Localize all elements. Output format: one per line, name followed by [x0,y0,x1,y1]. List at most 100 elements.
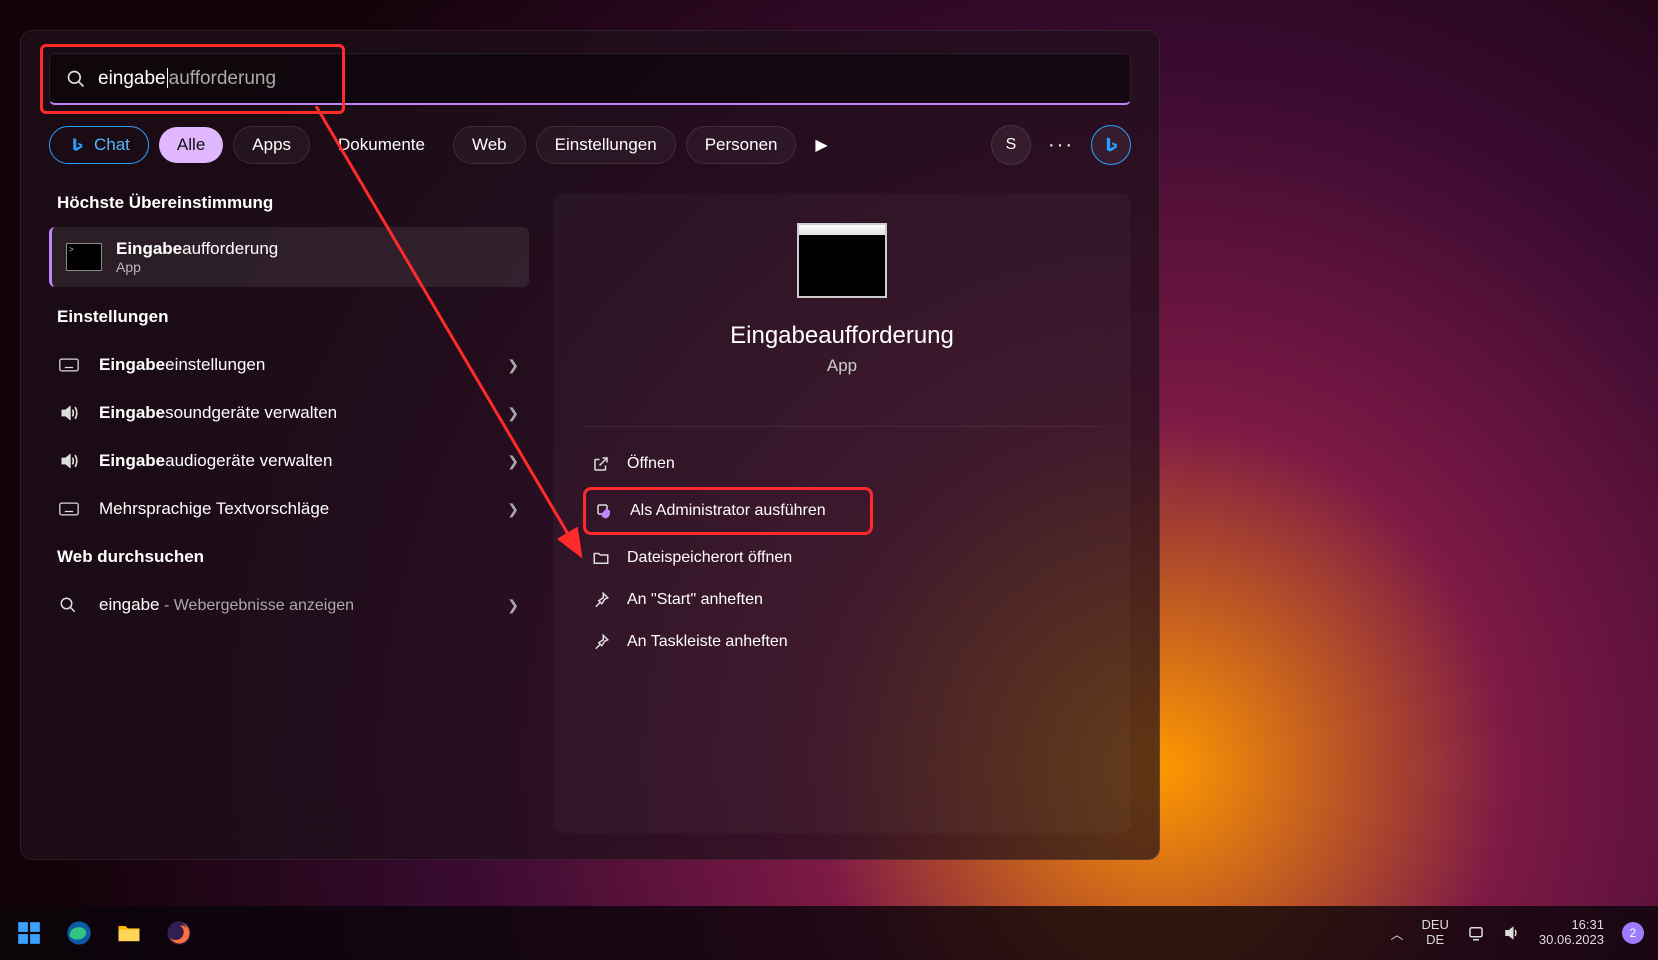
chip-docs[interactable]: Dokumente [320,127,443,163]
sound-icon [59,451,83,471]
action-an-taskleiste-anheften[interactable]: An Taskleiste anheften [583,621,1101,663]
shield-icon [594,501,614,521]
tray-chevron-up-icon[interactable]: ︿ [1390,924,1403,943]
search-typed: eingabe [98,68,166,89]
action-label: An "Start" anheften [627,591,763,609]
best-match-rest: aufforderung [182,239,278,258]
settings-item-label: Mehrsprachige Textvorschläge [99,499,491,519]
chip-all[interactable]: Alle [159,127,223,163]
start-button[interactable] [14,918,44,948]
chip-docs-label: Dokumente [338,135,425,155]
search-input-text: eingabeaufforderung [98,68,276,90]
folder-icon [591,548,611,568]
start-search-panel: eingabeaufforderung Chat Alle Apps Dokum… [20,30,1160,860]
best-match-title: Eingabeaufforderung [116,239,278,259]
clock-date: 30.06.2023 [1539,933,1604,948]
taskbar-firefox[interactable] [164,918,194,948]
chip-people[interactable]: Personen [686,126,797,164]
chevron-right-icon: ❯ [507,357,519,374]
more-arrow-icon[interactable]: ▶ [806,135,836,155]
search-icon [59,596,83,614]
pin-icon [591,590,611,610]
open-icon [591,454,611,474]
action-label: An Taskleiste anheften [627,633,788,651]
taskbar-edge[interactable] [64,918,94,948]
more-menu-button[interactable]: ··· [1041,125,1081,165]
cmd-icon [66,243,102,271]
search-bar[interactable]: eingabeaufforderung [49,53,1131,105]
network-icon[interactable] [1467,924,1485,942]
profile-initial: S [1006,136,1017,154]
annotation-highlight-admin: Als Administrator ausführen [583,487,873,535]
search-suggestion: aufforderung [169,68,276,89]
action--ffnen[interactable]: Öffnen [583,443,1101,485]
edge-icon [65,919,93,947]
bing-icon [68,136,86,154]
chip-web[interactable]: Web [453,126,526,164]
details-subtitle: App [583,356,1101,376]
keyboard-icon [59,357,83,373]
profile-button[interactable]: S [991,125,1031,165]
web-search-header: Web durchsuchen [49,547,529,567]
chip-people-label: Personen [705,135,778,155]
best-match-header: Höchste Übereinstimmung [49,193,529,213]
language-indicator[interactable]: DEU DE [1421,918,1448,948]
settings-item-label: Eingabesoundgeräte verwalten [99,403,491,423]
results-left-column: Höchste Übereinstimmung Eingabeaufforder… [49,193,529,833]
web-search-label: eingabe - Webergebnisse anzeigen [99,595,491,615]
lang-bottom: DE [1421,933,1448,948]
keyboard-icon [59,501,83,517]
chip-all-label: Alle [177,135,205,155]
best-match-bold: Eingabe [116,239,182,258]
badge-count: 2 [1630,926,1637,940]
pin-icon [591,632,611,652]
windows-icon [16,920,42,946]
chevron-right-icon: ❯ [507,405,519,422]
action-als-administrator-ausf-hren[interactable]: Als Administrator ausführen [586,490,870,532]
folder-icon [115,919,143,947]
settings-item-label: Eingabeeinstellungen [99,355,491,375]
bing-chat-button[interactable] [1091,125,1131,165]
chip-settings[interactable]: Einstellungen [536,126,676,164]
chip-apps-label: Apps [252,135,291,155]
best-match-item[interactable]: Eingabeaufforderung App [49,227,529,287]
details-pane: Eingabeaufforderung App Öffnen Als Admini… [553,193,1131,833]
settings-item-label: Eingabeaudiogeräte verwalten [99,451,491,471]
filter-bar: Chat Alle Apps Dokumente Web Einstellung… [49,125,1131,165]
bing-icon [1101,135,1121,155]
chevron-right-icon: ❯ [507,597,519,614]
chevron-right-icon: ❯ [507,453,519,470]
settings-result-item[interactable]: Mehrsprachige Textvorschläge ❯ [49,485,529,533]
chip-chat-label: Chat [94,135,130,155]
taskbar-explorer[interactable] [114,918,144,948]
web-search-item[interactable]: eingabe - Webergebnisse anzeigen ❯ [49,581,529,629]
taskbar: ︿ DEU DE 16:31 30.06.2023 2 [0,906,1658,960]
best-match-subtitle: App [116,259,278,275]
action-label: Dateispeicherort öffnen [627,549,792,567]
settings-header: Einstellungen [49,307,529,327]
details-title: Eingabeaufforderung [583,322,1101,350]
chip-chat[interactable]: Chat [49,126,149,164]
chip-apps[interactable]: Apps [233,126,310,164]
clock[interactable]: 16:31 30.06.2023 [1539,918,1604,948]
lang-top: DEU [1421,918,1448,933]
search-icon [66,69,86,89]
sound-icon [59,403,83,423]
settings-result-item[interactable]: Eingabeeinstellungen ❯ [49,341,529,389]
chip-web-label: Web [472,135,507,155]
clock-time: 16:31 [1539,918,1604,933]
firefox-icon [165,919,193,947]
action-an-start-anheften[interactable]: An "Start" anheften [583,579,1101,621]
settings-result-item[interactable]: Eingabeaudiogeräte verwalten ❯ [49,437,529,485]
chip-settings-label: Einstellungen [555,135,657,155]
web-term: eingabe [99,595,160,614]
chevron-right-icon: ❯ [507,501,519,518]
action-label: Öffnen [627,455,675,473]
settings-result-item[interactable]: Eingabesoundgeräte verwalten ❯ [49,389,529,437]
action-label: Als Administrator ausführen [630,502,826,520]
volume-icon[interactable] [1503,924,1521,942]
cmd-app-icon [797,223,887,298]
notification-badge[interactable]: 2 [1622,922,1644,944]
action-dateispeicherort-ffnen[interactable]: Dateispeicherort öffnen [583,537,1101,579]
web-suffix: - Webergebnisse anzeigen [160,597,355,614]
